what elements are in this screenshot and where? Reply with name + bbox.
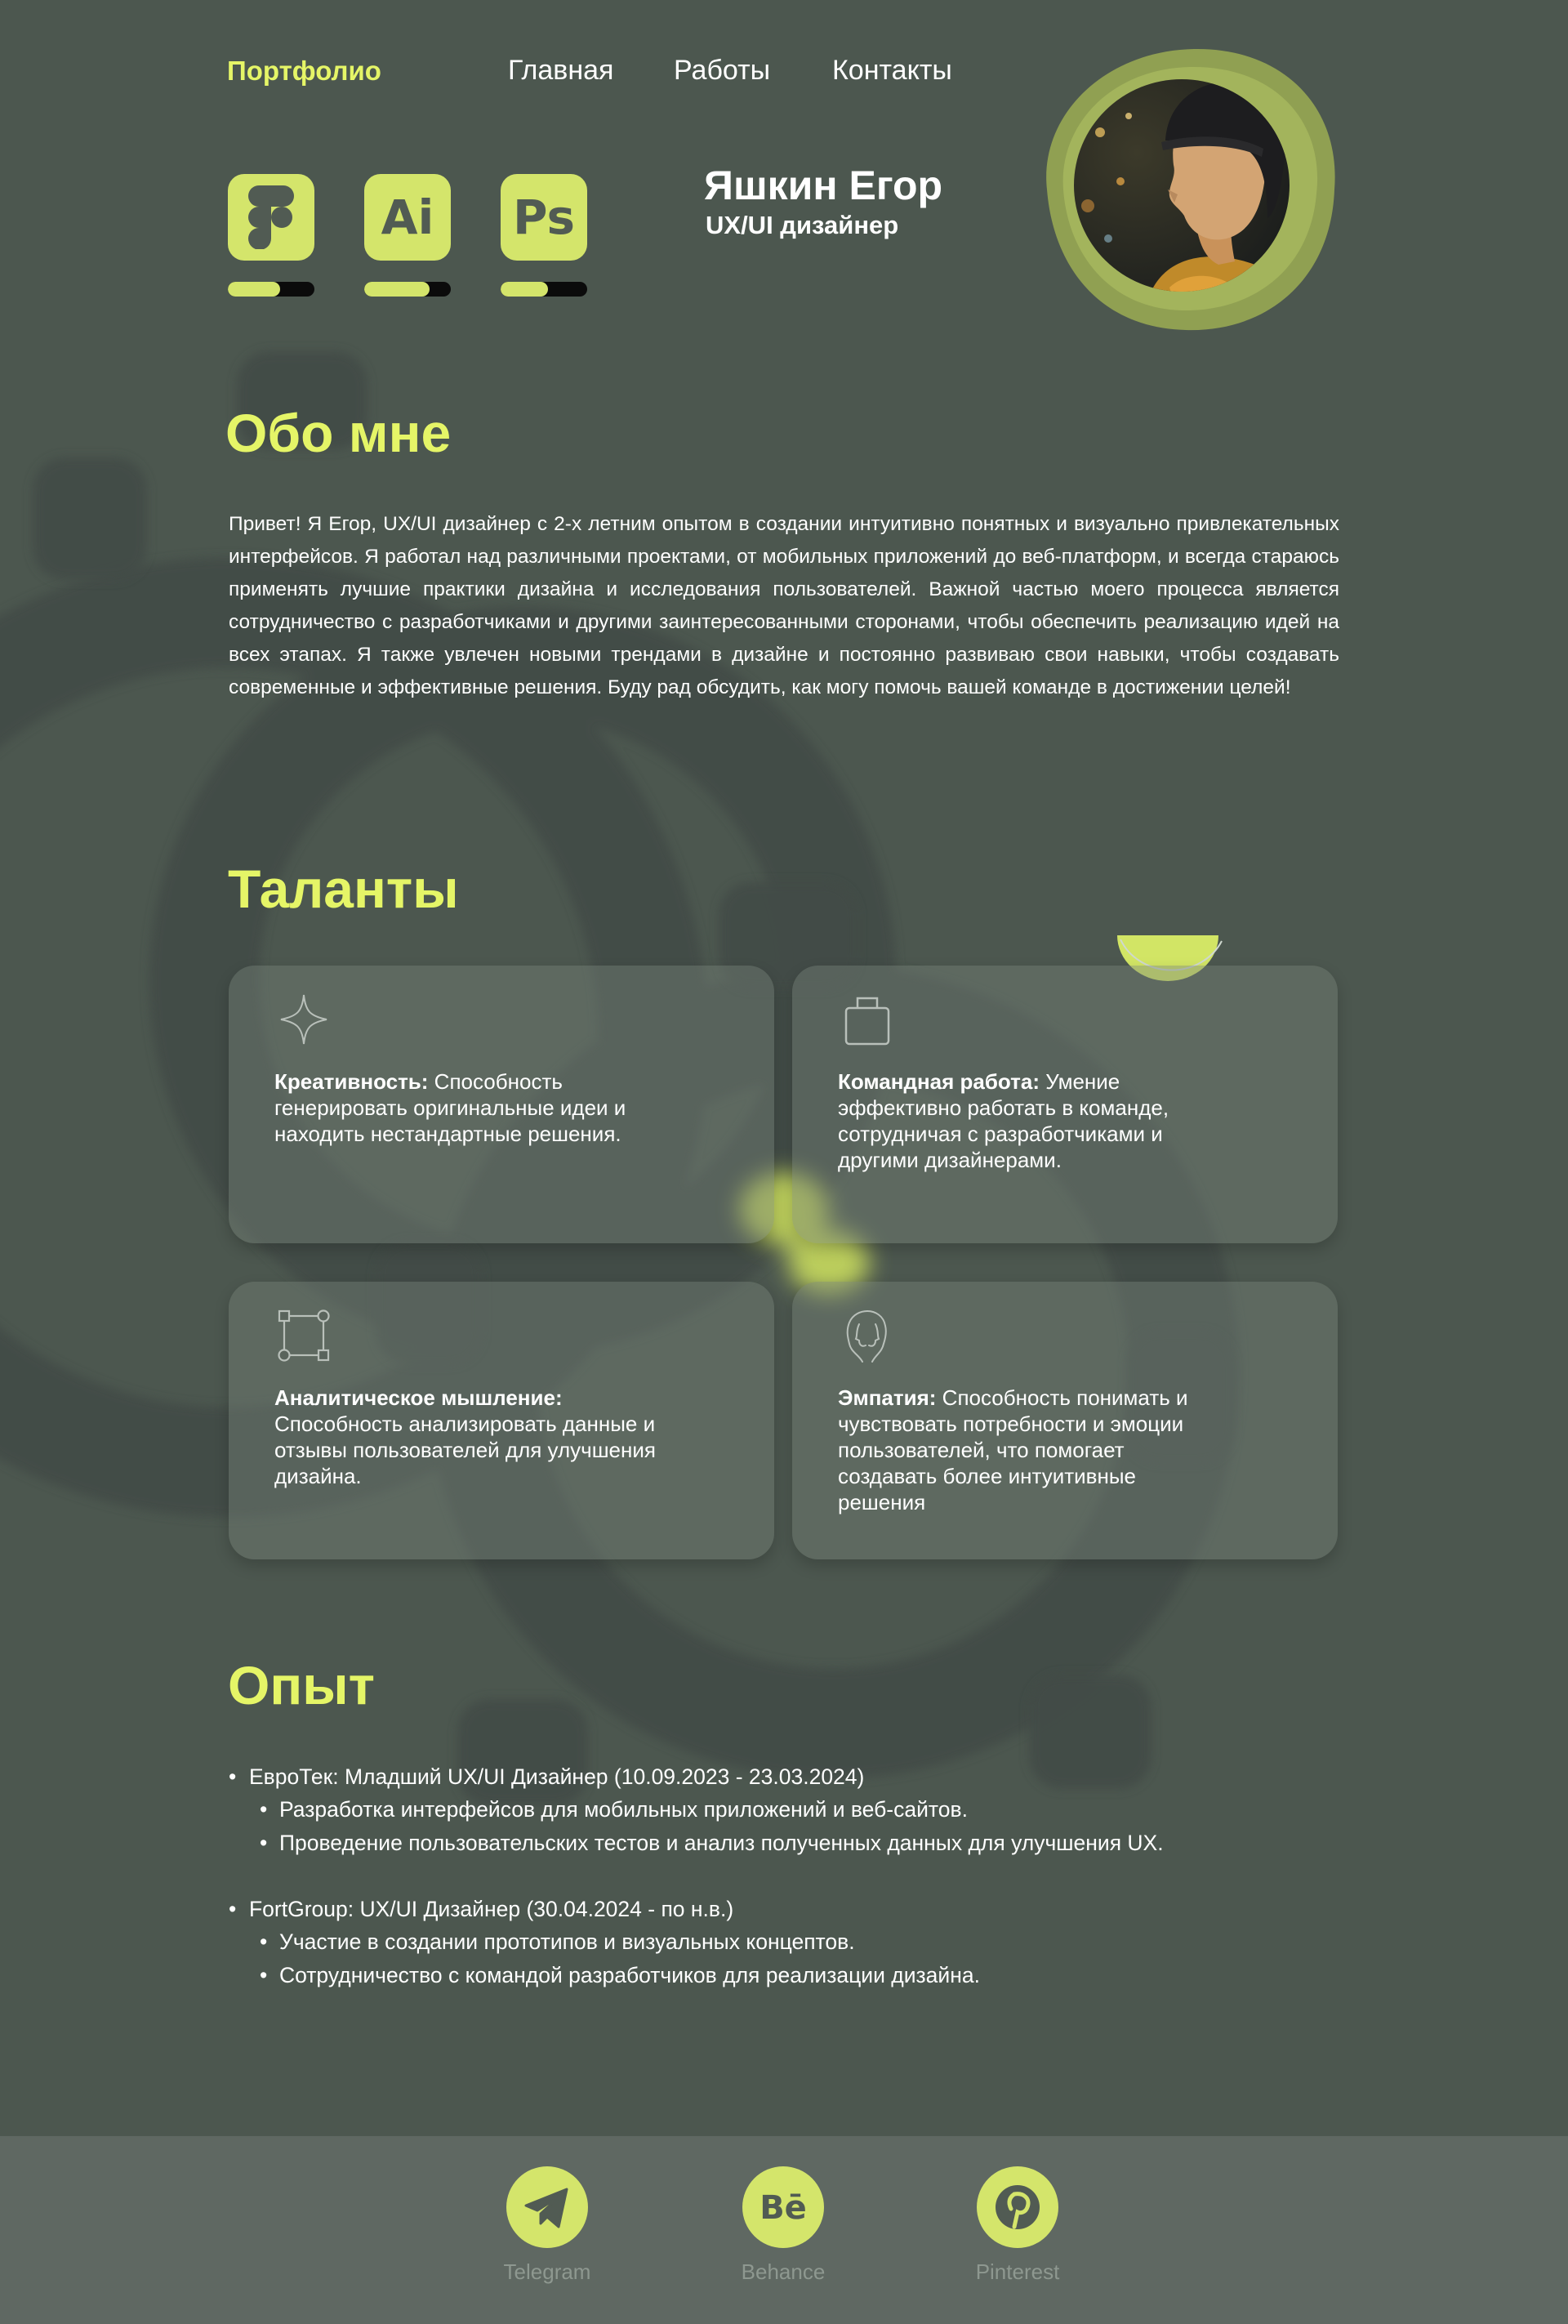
experience-list: ЕвроТек: Младший UX/UI Дизайнер (10.09.2… (229, 1760, 1372, 2025)
talent-title: Эмпатия: (838, 1385, 937, 1410)
photoshop-skill-fill (501, 282, 549, 297)
avatar-portrait (1046, 48, 1335, 331)
talent-description: Способность анализировать данные и отзыв… (274, 1412, 656, 1488)
telegram-icon (506, 2166, 588, 2248)
behance-label: Behance (741, 2259, 826, 2284)
job-duty: Участие в создании прототипов и визуальн… (260, 1925, 1372, 1959)
illustrator-label: Ai (381, 190, 434, 245)
nav-link-works[interactable]: Работы (674, 55, 770, 87)
figma-icon (228, 174, 314, 261)
profile-role: UX/UI дизайнер (706, 211, 899, 239)
photoshop-skill-bar (501, 282, 587, 297)
illustrator-icon: Ai (364, 174, 451, 261)
job-duties: Разработка интерфейсов для мобильных при… (229, 1793, 1372, 1860)
portfolio-logo-link[interactable]: Портфолио (227, 56, 381, 87)
photoshop-label: Ps (512, 190, 575, 245)
avatar (1031, 42, 1341, 337)
profile-name: Яшкин Егор (704, 163, 943, 208)
behance-icon: Bē (742, 2166, 824, 2248)
talent-card-text: Креативность: Способность генерировать о… (274, 1068, 658, 1147)
nav-link-contacts[interactable]: Контакты (832, 55, 952, 87)
talent-title: Командная работа: (838, 1069, 1040, 1094)
pinterest-link[interactable]: Pinterest (952, 2166, 1083, 2297)
svg-text:Bē: Bē (760, 2189, 807, 2227)
talent-card-text: Аналитическое мышление: Способность анал… (274, 1385, 658, 1489)
job-title: FortGroup: UX/UI Дизайнер (30.04.2024 - … (229, 1893, 1372, 1925)
job-duty: Проведение пользовательских тестов и ана… (260, 1827, 1372, 1860)
pinterest-label: Pinterest (975, 2259, 1060, 2284)
behance-link[interactable]: Bē Behance (718, 2166, 849, 2297)
briefcase-icon (844, 997, 890, 1046)
about-title: Обо мне (225, 403, 452, 463)
behance-glyph: Bē (760, 2189, 807, 2227)
job-duties: Участие в создании прототипов и визуальн… (229, 1925, 1372, 1992)
talent-card-text: Командная работа: Умение эффективно рабо… (838, 1068, 1222, 1173)
nav-link-home[interactable]: Главная (508, 55, 613, 87)
vector-frame-icon (278, 1309, 330, 1362)
talent-card-analytics: Аналитическое мышление: Способность анал… (229, 1282, 774, 1559)
pinterest-glyph (996, 2185, 1040, 2229)
experience-title: Опыт (228, 1655, 375, 1715)
telegram-link[interactable]: Telegram (482, 2166, 612, 2297)
talents-title: Таланты (228, 859, 459, 919)
talent-card-text: Эмпатия: Способность понимать и чувствов… (838, 1385, 1222, 1515)
experience-job: ЕвроТек: Младший UX/UI Дизайнер (10.09.2… (229, 1760, 1372, 1860)
illustrator-skill-bar (364, 282, 451, 297)
job-title: ЕвроТек: Младший UX/UI Дизайнер (10.09.2… (229, 1760, 1372, 1793)
illustrator-skill-fill (364, 282, 430, 297)
telegram-glyph (524, 2188, 568, 2228)
figma-skill-fill (228, 282, 280, 297)
figma-logo-shape (248, 185, 294, 249)
figma-skill-bar (228, 282, 314, 297)
talent-title: Креативность: (274, 1069, 429, 1094)
experience-job: FortGroup: UX/UI Дизайнер (30.04.2024 - … (229, 1893, 1372, 1992)
talent-title: Аналитическое мышление: (274, 1385, 563, 1410)
sparkle-icon (280, 994, 327, 1045)
pinterest-icon (977, 2166, 1058, 2248)
empathy-faces-icon (846, 1310, 887, 1363)
talent-card-teamwork: Командная работа: Умение эффективно рабо… (792, 966, 1338, 1243)
job-duty: Разработка интерфейсов для мобильных при… (260, 1793, 1372, 1827)
about-text: Привет! Я Егор, UX/UI дизайнер с 2-х лет… (229, 513, 1339, 698)
job-duty: Сотрудничество с командой разработчиков … (260, 1959, 1372, 1992)
telegram-label: Telegram (503, 2259, 591, 2284)
talent-card-empathy: Эмпатия: Способность понимать и чувствов… (792, 1282, 1338, 1559)
photoshop-icon: Ps (501, 174, 587, 261)
talent-card-creativity: Креативность: Способность генерировать о… (229, 966, 774, 1243)
